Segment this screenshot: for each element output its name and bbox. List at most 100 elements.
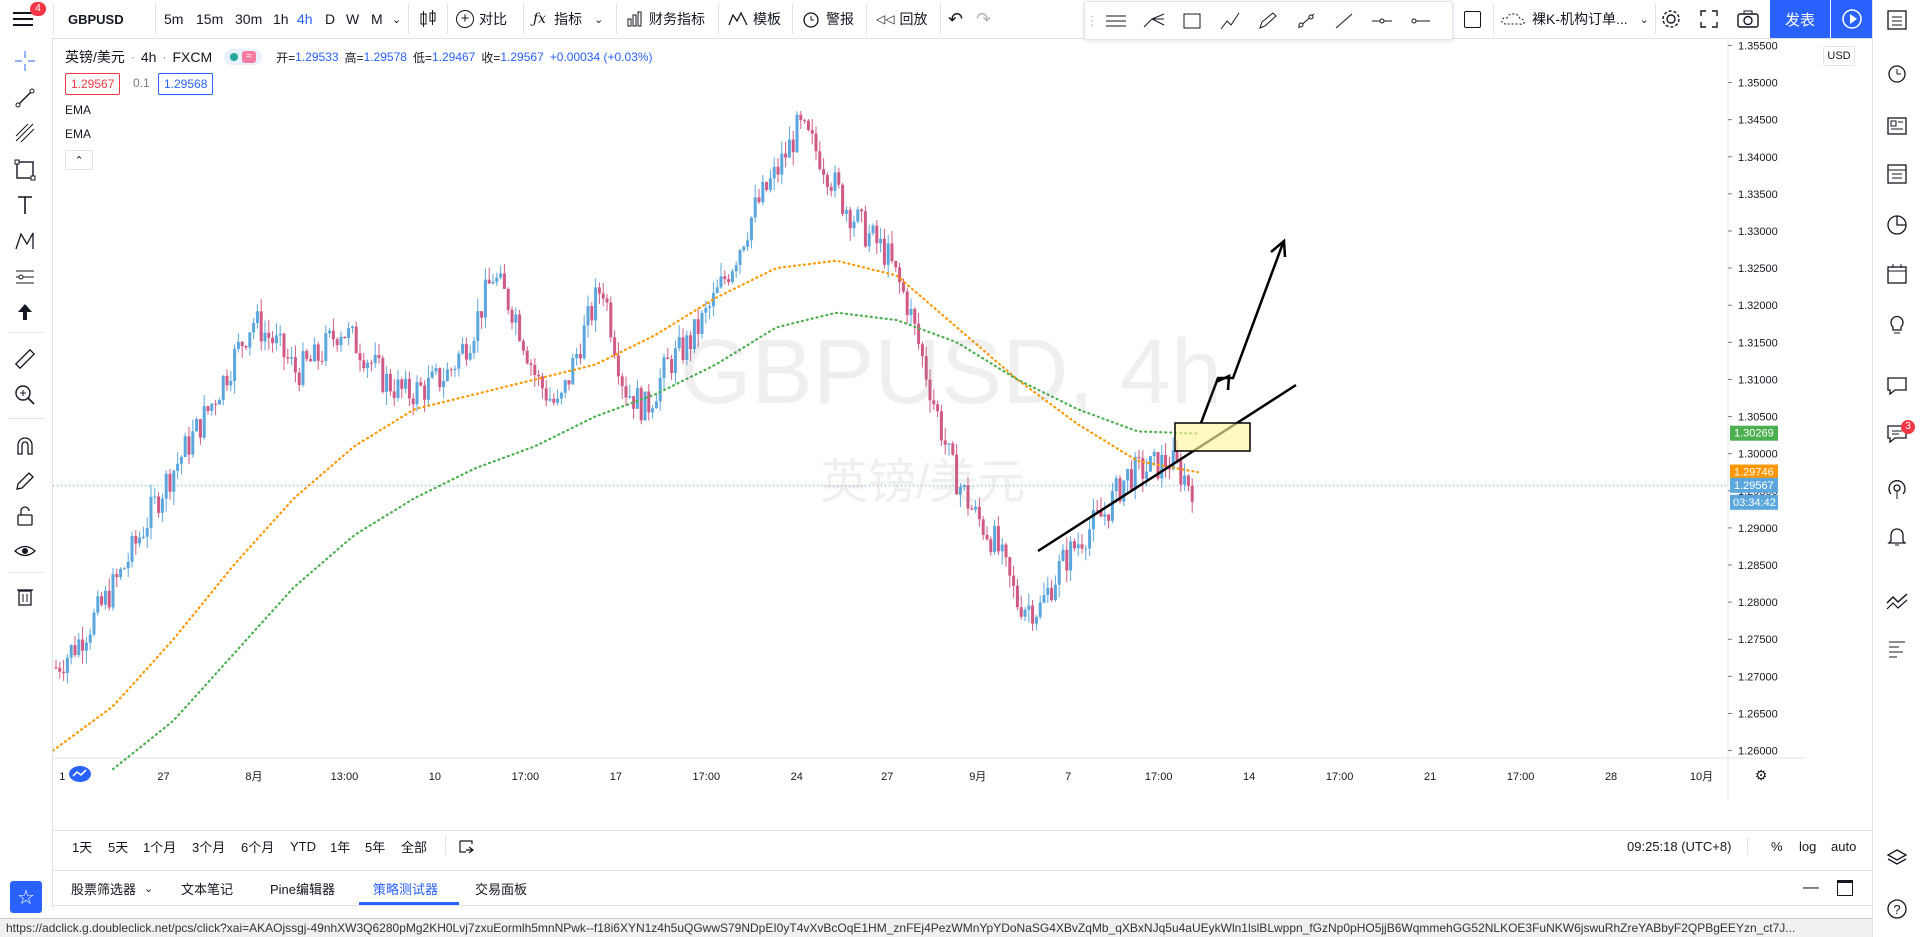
tab-trading-panel[interactable]: 交易面板	[475, 871, 527, 905]
pencil-tool[interactable]	[1253, 6, 1283, 36]
auto-toggle[interactable]: auto	[1831, 831, 1856, 861]
remove-drawings-tool[interactable]	[10, 581, 40, 611]
lock-drawings-tool[interactable]	[10, 501, 40, 531]
tab-stock-screener[interactable]: 股票筛选器 ⌄	[71, 871, 153, 905]
clock-time[interactable]: 09:25:18 (UTC+8)	[1627, 831, 1731, 861]
buy-price-button[interactable]: 1.29568	[158, 73, 214, 95]
range-6m[interactable]: 6个月	[241, 831, 274, 861]
minimize-panel-button[interactable]: —	[1803, 871, 1819, 905]
log-toggle[interactable]: log	[1799, 831, 1816, 861]
axis-settings-gear-icon[interactable]: ⚙	[1755, 767, 1768, 783]
snapshot-button[interactable]	[1737, 0, 1759, 38]
indicators-button[interactable]: ƒx 指标 ⌄	[533, 0, 603, 38]
fullscreen-button[interactable]	[1700, 0, 1718, 38]
rectangle-icon	[14, 159, 36, 181]
interval-30m[interactable]: 30m	[235, 0, 262, 38]
shapes-tool[interactable]	[10, 155, 40, 185]
tab-text-notes[interactable]: 文本笔记	[181, 871, 233, 905]
candle-body	[673, 348, 677, 374]
sell-price-button[interactable]: 1.29567	[65, 73, 121, 95]
crosshair-tool[interactable]	[10, 46, 40, 76]
interval-5m[interactable]: 5m	[164, 0, 183, 38]
compare-button[interactable]: + 对比	[456, 0, 507, 38]
prediction-tool[interactable]	[10, 262, 40, 292]
interval-4h[interactable]: 4h	[297, 0, 313, 38]
hide-drawings-tool[interactable]	[10, 536, 40, 566]
interval-15m[interactable]: 15m	[196, 0, 223, 38]
percent-toggle[interactable]: %	[1771, 831, 1783, 861]
favorites-button[interactable]: ☆	[10, 881, 42, 913]
symbol-search-button[interactable]: GBPUSD	[68, 0, 124, 38]
chart-type-button[interactable]	[418, 0, 438, 38]
indicator-ema-1[interactable]: EMA	[65, 103, 91, 117]
highlight-box-drawing[interactable]	[1174, 422, 1251, 452]
interval-w[interactable]: W	[346, 0, 359, 38]
watchlist-button[interactable]	[1881, 4, 1913, 36]
alert-button[interactable]: 警报	[801, 0, 854, 38]
currency-label[interactable]: USD	[1823, 46, 1855, 66]
range-1y[interactable]: 1年	[330, 831, 350, 861]
interval-dropdown-icon[interactable]: ⌄	[392, 0, 401, 38]
tab-pine-editor[interactable]: Pine编辑器	[270, 871, 335, 905]
interval-m[interactable]: M	[371, 0, 383, 38]
settings-button[interactable]	[1660, 0, 1682, 38]
go-to-date-button[interactable]	[458, 831, 476, 861]
arrow-tool[interactable]	[10, 297, 40, 327]
range-ytd[interactable]: YTD	[290, 831, 316, 861]
data-window-button[interactable]	[1881, 158, 1913, 190]
range-all[interactable]: 全部	[401, 831, 427, 861]
indicator-ema-2[interactable]: EMA	[65, 127, 91, 141]
magnet-tool[interactable]	[10, 431, 40, 461]
calendar-button[interactable]	[1881, 258, 1913, 290]
chats-button[interactable]	[1881, 370, 1913, 402]
streams-button[interactable]	[1881, 474, 1913, 506]
ray-tool[interactable]	[1291, 6, 1321, 36]
trend-line-tool[interactable]	[10, 83, 40, 113]
template-selector[interactable]: 裸K-机构订单... ⌄	[1500, 0, 1649, 38]
trend-line-tool[interactable]	[1329, 6, 1359, 36]
horizontal-ray-tool[interactable]	[1405, 6, 1435, 36]
news-button[interactable]	[1881, 110, 1913, 142]
collapse-legend-button[interactable]: ⌃	[65, 150, 93, 170]
notifications-button[interactable]	[1881, 520, 1913, 552]
ideas-button[interactable]	[1881, 308, 1913, 340]
horizontal-line-tool[interactable]	[1367, 6, 1397, 36]
range-1m[interactable]: 1个月	[143, 831, 176, 861]
pitchfork-tool[interactable]	[1139, 6, 1169, 36]
range-5y[interactable]: 5年	[365, 831, 385, 861]
interval-1h[interactable]: 1h	[273, 0, 289, 38]
text-tool[interactable]	[10, 190, 40, 220]
candle-body	[639, 388, 643, 421]
financials-button[interactable]: 财务指标	[626, 0, 705, 38]
range-1d[interactable]: 1天	[72, 831, 92, 861]
layers-button[interactable]	[1881, 843, 1913, 875]
drag-handle[interactable]: ⋮	[1086, 6, 1099, 36]
layout-button[interactable]	[1464, 0, 1481, 38]
measure-tool[interactable]	[10, 344, 40, 374]
stay-drawing-tool[interactable]	[10, 466, 40, 496]
countdown-badge: 03:34:42	[1733, 497, 1776, 509]
publish-button[interactable]: 发表	[1770, 0, 1830, 38]
alerts-button[interactable]	[1881, 57, 1913, 89]
range-5d[interactable]: 5天	[108, 831, 128, 861]
templates-button[interactable]: 模板	[728, 0, 781, 38]
range-3m[interactable]: 3个月	[192, 831, 225, 861]
rectangle-tool[interactable]	[1177, 6, 1207, 36]
brush-tool[interactable]	[1215, 6, 1245, 36]
hotlists-button[interactable]	[1881, 209, 1913, 241]
replay-button[interactable]: ◁◁ 回放	[876, 0, 927, 38]
interval-d[interactable]: D	[325, 0, 335, 38]
patterns-tool[interactable]	[10, 226, 40, 256]
help-button[interactable]: ?	[1881, 893, 1913, 925]
horizontal-lines-tool[interactable]	[1101, 6, 1131, 36]
play-button[interactable]	[1831, 0, 1872, 38]
maximize-panel-button[interactable]	[1837, 871, 1853, 905]
dom-button[interactable]	[1881, 633, 1913, 665]
redo-button[interactable]: ↷	[976, 0, 991, 38]
undo-button[interactable]: ↶	[948, 0, 963, 38]
tab-strategy-tester[interactable]: 策略测试器	[373, 871, 438, 905]
trading-button[interactable]	[1881, 585, 1913, 617]
tradingview-logo[interactable]	[66, 762, 94, 786]
fib-tool[interactable]	[10, 118, 40, 148]
zoom-tool[interactable]	[10, 380, 40, 410]
